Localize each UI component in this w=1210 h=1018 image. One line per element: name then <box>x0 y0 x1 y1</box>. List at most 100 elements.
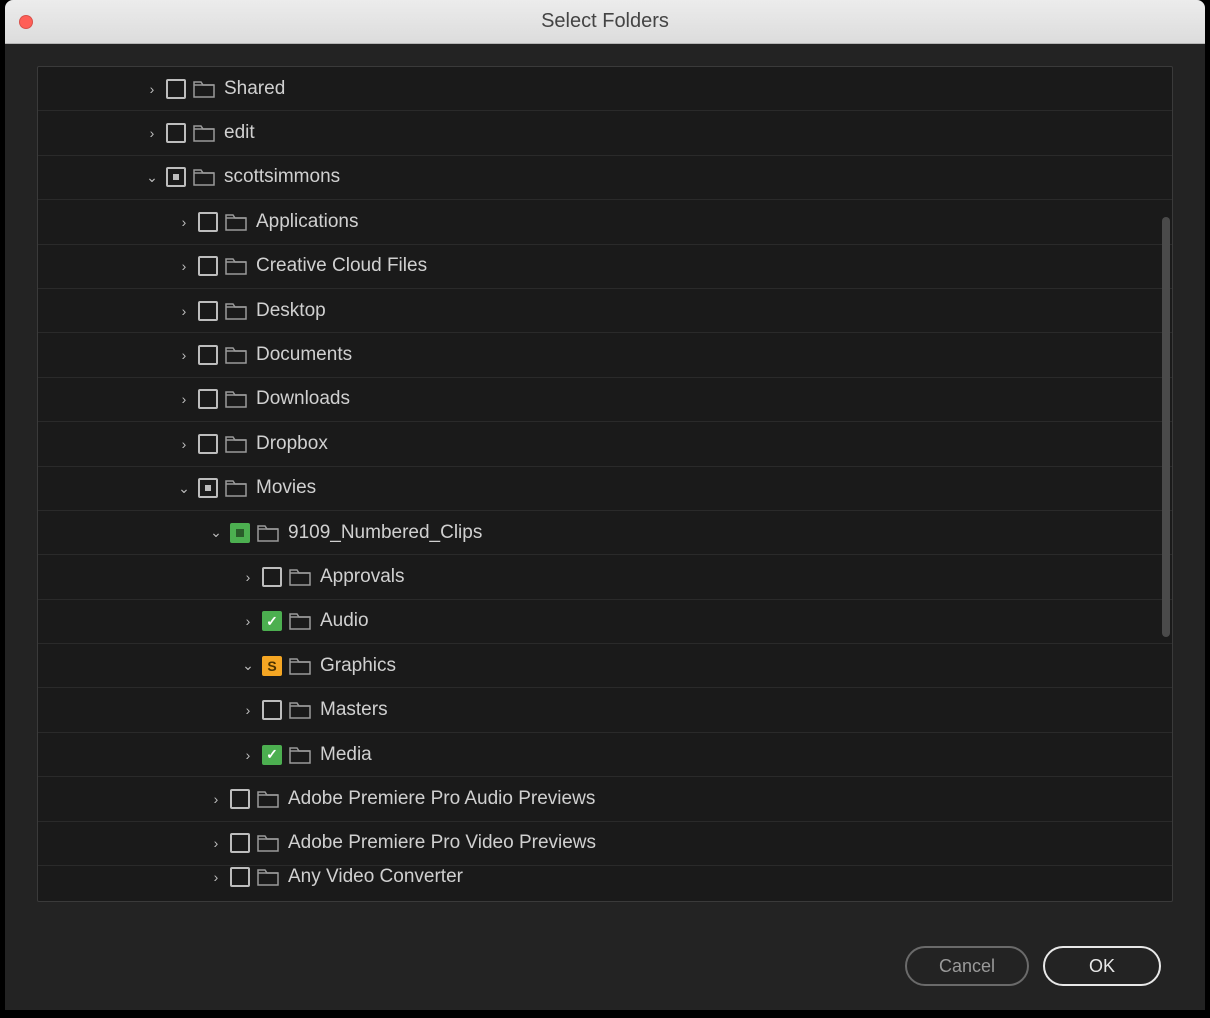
chevron-right-icon[interactable]: › <box>142 79 162 99</box>
folder-icon <box>224 301 248 321</box>
checkbox[interactable] <box>262 567 282 587</box>
folder-label: Creative Cloud Files <box>256 255 427 277</box>
tree-row[interactable]: › edit <box>38 111 1172 155</box>
checkbox[interactable] <box>166 123 186 143</box>
folder-label: 9109_Numbered_Clips <box>288 522 482 544</box>
folder-icon <box>288 745 312 765</box>
titlebar: Select Folders <box>5 0 1205 44</box>
folder-icon <box>256 867 280 887</box>
ok-button[interactable]: OK <box>1043 946 1161 986</box>
checkbox[interactable] <box>262 745 282 765</box>
chevron-right-icon[interactable]: › <box>206 867 226 887</box>
checkbox[interactable] <box>198 345 218 365</box>
tree-row[interactable]: › Applications <box>38 200 1172 244</box>
chevron-right-icon[interactable]: › <box>174 212 194 232</box>
folder-icon <box>256 789 280 809</box>
folder-label: Adobe Premiere Pro Audio Previews <box>288 788 595 810</box>
tree-row[interactable]: › Dropbox <box>38 422 1172 466</box>
folder-label: Approvals <box>320 566 405 588</box>
folder-label: Desktop <box>256 300 326 322</box>
chevron-down-icon[interactable]: ⌄ <box>206 523 226 543</box>
folder-icon <box>224 212 248 232</box>
tree-container: ›Shared›edit⌄scottsimmons›Applications›C… <box>5 44 1205 922</box>
cancel-button[interactable]: Cancel <box>905 946 1029 986</box>
chevron-right-icon[interactable]: › <box>142 123 162 143</box>
checkbox[interactable] <box>198 212 218 232</box>
tree-row[interactable]: › Documents <box>38 333 1172 377</box>
tree-row[interactable]: ⌄S Graphics <box>38 644 1172 688</box>
folder-icon <box>288 656 312 676</box>
dialog-footer: Cancel OK <box>5 922 1205 1010</box>
tree-row[interactable]: › Any Video Converter <box>38 866 1172 888</box>
folder-label: Media <box>320 744 372 766</box>
tree-row[interactable]: › Media <box>38 733 1172 777</box>
chevron-right-icon[interactable]: › <box>174 434 194 454</box>
folder-tree: ›Shared›edit⌄scottsimmons›Applications›C… <box>37 66 1173 902</box>
checkbox[interactable] <box>198 301 218 321</box>
window-title: Select Folders <box>5 10 1205 33</box>
folder-icon <box>224 478 248 498</box>
tree-row[interactable]: ›Shared <box>38 67 1172 111</box>
folder-label: Dropbox <box>256 433 328 455</box>
tree-row[interactable]: ⌄ 9109_Numbered_Clips <box>38 511 1172 555</box>
checkbox[interactable] <box>198 256 218 276</box>
folder-label: Any Video Converter <box>288 866 463 888</box>
checkbox[interactable] <box>230 789 250 809</box>
chevron-down-icon[interactable]: ⌄ <box>142 167 162 187</box>
checkbox[interactable]: S <box>262 656 282 676</box>
folder-icon <box>192 123 216 143</box>
tree-row[interactable]: ›Adobe Premiere Pro Video Previews <box>38 822 1172 866</box>
folder-label: edit <box>224 122 255 144</box>
folder-label: Audio <box>320 610 369 632</box>
checkbox[interactable] <box>198 434 218 454</box>
checkbox[interactable] <box>198 478 218 498</box>
tree-row[interactable]: › Masters <box>38 688 1172 732</box>
folder-label: Downloads <box>256 388 350 410</box>
chevron-right-icon[interactable]: › <box>238 700 258 720</box>
tree-row[interactable]: ⌄ scottsimmons <box>38 156 1172 200</box>
folder-label: Applications <box>256 211 358 233</box>
checkbox[interactable] <box>230 867 250 887</box>
tree-row[interactable]: › Creative Cloud Files <box>38 245 1172 289</box>
folder-icon <box>288 700 312 720</box>
folder-icon <box>224 434 248 454</box>
tree-row[interactable]: › Desktop <box>38 289 1172 333</box>
checkbox[interactable] <box>166 79 186 99</box>
checkbox[interactable] <box>230 523 250 543</box>
tree-row[interactable]: › Approvals <box>38 555 1172 599</box>
chevron-right-icon[interactable]: › <box>238 745 258 765</box>
folder-icon <box>256 523 280 543</box>
folder-icon <box>192 79 216 99</box>
folder-label: Documents <box>256 344 352 366</box>
chevron-down-icon[interactable]: ⌄ <box>238 656 258 676</box>
folder-icon <box>256 833 280 853</box>
folder-label: scottsimmons <box>224 166 340 188</box>
close-window-button[interactable] <box>19 15 33 29</box>
chevron-down-icon[interactable]: ⌄ <box>174 478 194 498</box>
scrollbar[interactable] <box>1162 217 1170 637</box>
checkbox[interactable] <box>262 700 282 720</box>
folder-label: Masters <box>320 699 388 721</box>
checkbox[interactable] <box>262 611 282 631</box>
chevron-right-icon[interactable]: › <box>174 389 194 409</box>
folder-icon <box>224 345 248 365</box>
chevron-right-icon[interactable]: › <box>238 611 258 631</box>
checkbox[interactable] <box>198 389 218 409</box>
chevron-right-icon[interactable]: › <box>174 345 194 365</box>
chevron-right-icon[interactable]: › <box>206 833 226 853</box>
tree-row[interactable]: ⌄Movies <box>38 467 1172 511</box>
checkbox[interactable] <box>166 167 186 187</box>
folder-label: Graphics <box>320 655 396 677</box>
chevron-right-icon[interactable]: › <box>206 789 226 809</box>
tree-row[interactable]: › Downloads <box>38 378 1172 422</box>
chevron-right-icon[interactable]: › <box>174 301 194 321</box>
folder-icon <box>288 611 312 631</box>
checkbox[interactable] <box>230 833 250 853</box>
tree-row[interactable]: › Audio <box>38 600 1172 644</box>
tree-row[interactable]: › Adobe Premiere Pro Audio Previews <box>38 777 1172 821</box>
folder-icon <box>288 567 312 587</box>
dialog-window: Select Folders ›Shared›edit⌄scottsimmons… <box>5 0 1205 1010</box>
chevron-right-icon[interactable]: › <box>238 567 258 587</box>
folder-icon <box>224 256 248 276</box>
chevron-right-icon[interactable]: › <box>174 256 194 276</box>
